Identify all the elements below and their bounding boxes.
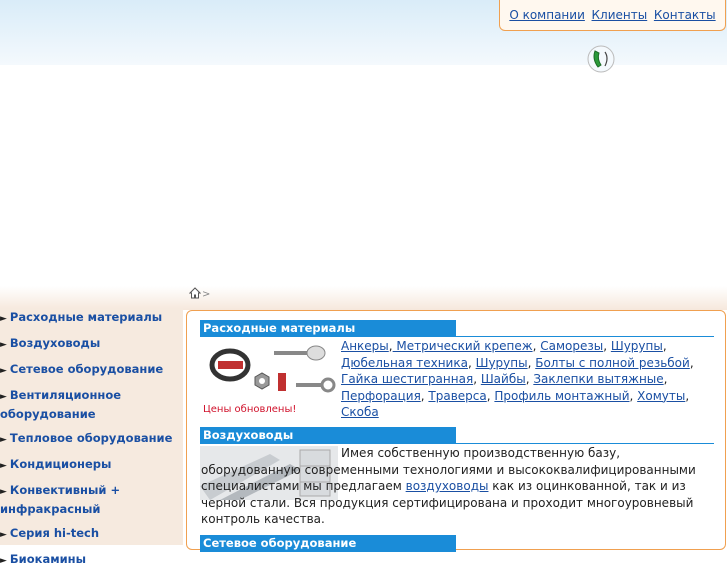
sidebar: ► Расходные материалы ► Воздуховоды ► Сетев… xyxy=(0,308,183,566)
arrow-right-icon: ► xyxy=(0,366,7,376)
link-dowels[interactable]: Дюбельная техника xyxy=(341,356,468,370)
sidebar-item-ventilation[interactable]: ► Вентиляционное оборудование xyxy=(0,386,183,429)
nav-link-about[interactable]: О компании xyxy=(509,8,585,22)
arrow-right-icon: ► xyxy=(0,461,7,471)
arrow-right-icon: ► xyxy=(0,487,7,497)
link-washers[interactable]: Шайбы xyxy=(481,372,526,386)
breadcrumb-separator: > xyxy=(202,289,211,300)
link-screws[interactable]: Шурупы xyxy=(611,339,663,353)
link-traverse[interactable]: Траверса xyxy=(428,389,486,403)
link-perforation[interactable]: Перфорация xyxy=(341,389,421,403)
sidebar-item-network[interactable]: ► Сетевое оборудование xyxy=(0,360,183,386)
section-rule xyxy=(456,336,714,337)
link-full-thread-bolts[interactable]: Болты с полной резьбой xyxy=(535,356,690,370)
section-rule xyxy=(456,443,714,444)
breadcrumb-band xyxy=(0,286,727,310)
sidebar-item-heating[interactable]: ► Тепловое оборудование xyxy=(0,429,183,455)
arrow-right-icon: ► xyxy=(0,340,7,350)
sidebar-item-consumables[interactable]: ► Расходные материалы xyxy=(0,308,183,334)
nav-link-clients[interactable]: Клиенты xyxy=(592,8,648,22)
link-staple[interactable]: Скоба xyxy=(341,405,379,419)
consumables-links: Анкеры, Метрический крепеж, Саморезы, Шу… xyxy=(341,339,694,419)
main-content: Расходные материалы Анкеры, Метрический … xyxy=(186,310,726,552)
section-title-ducts[interactable]: Воздуховоды xyxy=(200,427,456,444)
home-icon[interactable] xyxy=(189,287,201,299)
top-navigation: О компании Клиенты Контакты xyxy=(499,0,726,31)
sidebar-item-biofireplaces[interactable]: ► Биокамины xyxy=(0,550,183,576)
sidebar-item-conditioners[interactable]: ► Кондиционеры xyxy=(0,455,183,481)
prices-updated-note: Цены обновлены! xyxy=(203,404,297,415)
section-title-network[interactable]: Сетевое оборудование xyxy=(200,535,456,552)
arrow-right-icon: ► xyxy=(0,314,7,324)
phone-icon[interactable] xyxy=(586,44,616,74)
arrow-right-icon: ► xyxy=(0,530,7,540)
sidebar-item-ducts[interactable]: ► Воздуховоды xyxy=(0,334,183,360)
arrow-right-icon: ► xyxy=(0,392,7,402)
link-ducts[interactable]: воздуховоды xyxy=(406,479,489,493)
fasteners-image xyxy=(209,345,336,393)
ducts-description-top: Имея собственную производственную базу, … xyxy=(201,446,696,526)
link-anchors[interactable]: Анкеры xyxy=(341,339,389,353)
sidebar-item-convective[interactable]: ► Конвективный + инфракрасный xyxy=(0,481,183,524)
section-title-consumables[interactable]: Расходные материалы xyxy=(200,320,456,337)
link-self-tapping-screws[interactable]: Саморезы xyxy=(540,339,603,353)
link-metric-fasteners[interactable]: Метрический крепеж xyxy=(393,339,532,353)
link-clamps[interactable]: Хомуты xyxy=(637,389,685,403)
link-rivets[interactable]: Заклепки вытяжные xyxy=(533,372,663,386)
arrow-right-icon: ► xyxy=(0,556,7,566)
link-screws-2[interactable]: Шурупы xyxy=(476,356,528,370)
link-mounting-profile[interactable]: Профиль монтажный xyxy=(494,389,629,403)
sidebar-item-hitech[interactable]: ► Серия hi-tech xyxy=(0,524,183,550)
arrow-right-icon: ► xyxy=(0,435,7,445)
link-hex-nut[interactable]: Гайка шестигранная xyxy=(341,372,473,386)
nav-link-contacts[interactable]: Контакты xyxy=(654,8,716,22)
